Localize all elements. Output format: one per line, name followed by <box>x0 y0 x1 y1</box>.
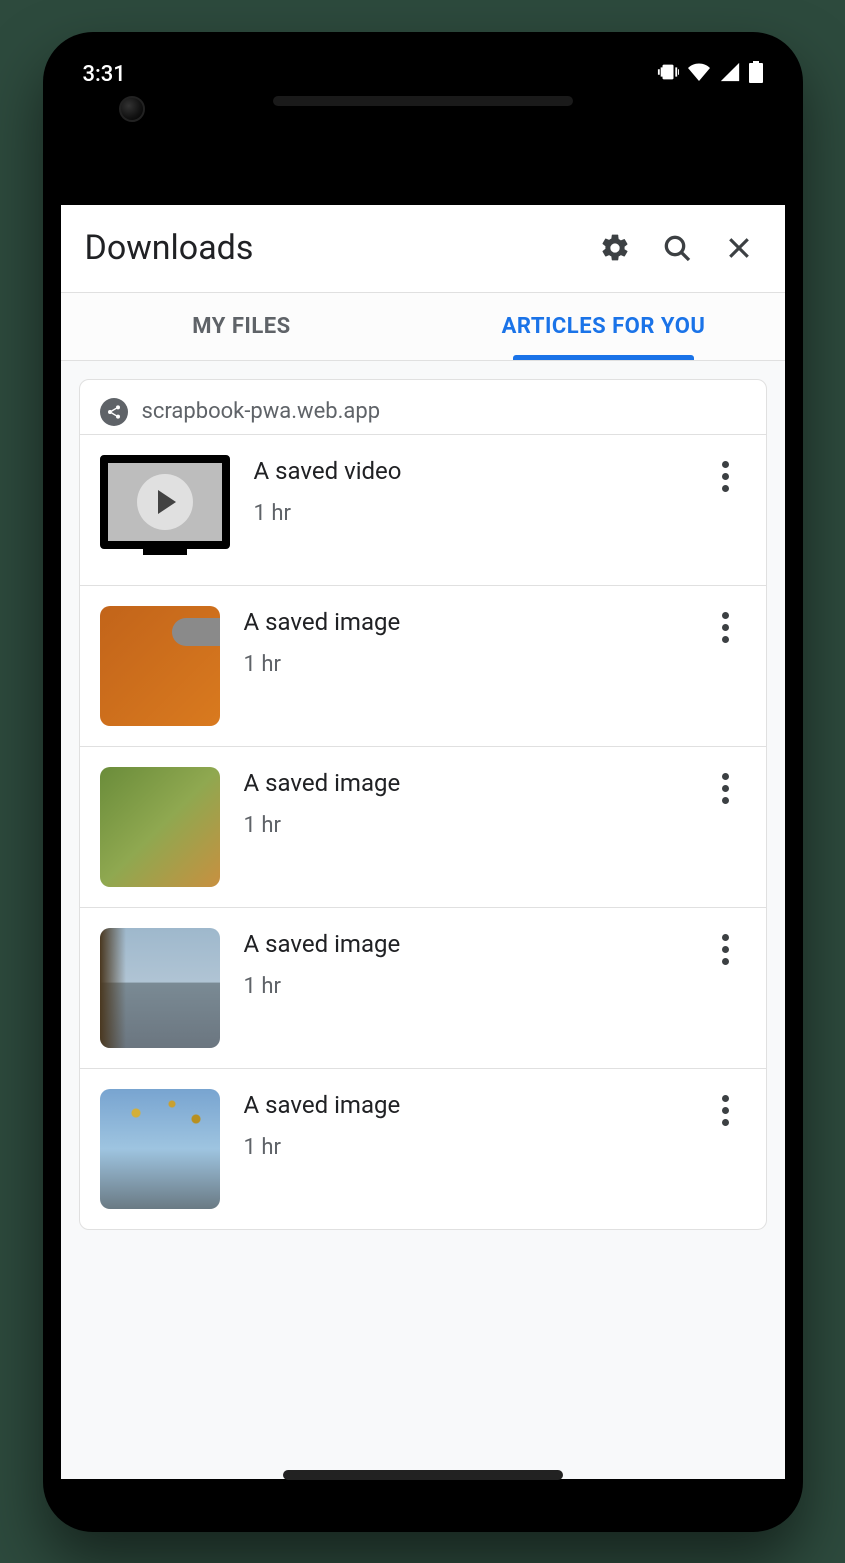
battery-icon <box>749 61 763 89</box>
thumbnail-image <box>100 767 220 887</box>
list-item[interactable]: A saved image 1 hr <box>80 907 766 1068</box>
source-row: scrapbook-pwa.web.app <box>80 380 766 434</box>
list-item[interactable]: A saved image 1 hr <box>80 1068 766 1229</box>
more-vertical-icon <box>722 773 729 804</box>
status-icons <box>657 60 763 90</box>
vibrate-icon <box>657 61 679 89</box>
status-bar: 3:31 <box>61 50 785 100</box>
play-icon <box>137 474 193 530</box>
tabs: MY FILES ARTICLES FOR YOU <box>61 293 785 361</box>
item-subtitle: 1 hr <box>244 813 682 838</box>
content-area: scrapbook-pwa.web.app A saved video 1 hr <box>61 361 785 1479</box>
thumbnail-image <box>100 1089 220 1209</box>
tab-label: MY FILES <box>192 314 290 339</box>
close-button[interactable] <box>717 226 761 270</box>
articles-card: scrapbook-pwa.web.app A saved video 1 hr <box>79 379 767 1230</box>
more-vertical-icon <box>722 612 729 643</box>
list-item[interactable]: A saved video 1 hr <box>80 434 766 585</box>
thumbnail-video <box>100 455 230 565</box>
item-title: A saved image <box>244 1091 682 1119</box>
tab-label: ARTICLES FOR YOU <box>502 314 706 339</box>
more-options-button[interactable] <box>706 767 746 804</box>
thumbnail-image <box>100 928 220 1048</box>
list-item[interactable]: A saved image 1 hr <box>80 585 766 746</box>
page-title: Downloads <box>85 228 575 268</box>
tab-articles-for-you[interactable]: ARTICLES FOR YOU <box>423 293 785 360</box>
signal-icon <box>719 61 741 89</box>
more-options-button[interactable] <box>706 1089 746 1126</box>
list-item[interactable]: A saved image 1 hr <box>80 746 766 907</box>
more-options-button[interactable] <box>706 928 746 965</box>
item-subtitle: 1 hr <box>244 1135 682 1160</box>
gear-icon <box>599 232 631 264</box>
close-icon <box>724 233 754 263</box>
more-options-button[interactable] <box>706 606 746 643</box>
settings-button[interactable] <box>593 226 637 270</box>
status-time: 3:31 <box>83 62 126 87</box>
search-button[interactable] <box>655 226 699 270</box>
more-vertical-icon <box>722 461 729 492</box>
thumbnail-image <box>100 606 220 726</box>
app-header: Downloads <box>61 205 785 293</box>
item-subtitle: 1 hr <box>244 974 682 999</box>
tab-my-files[interactable]: MY FILES <box>61 293 423 360</box>
item-title: A saved image <box>244 930 682 958</box>
search-icon <box>661 232 693 264</box>
more-vertical-icon <box>722 934 729 965</box>
wifi-icon <box>687 60 711 90</box>
share-icon <box>100 398 128 426</box>
more-options-button[interactable] <box>706 455 746 492</box>
more-vertical-icon <box>722 1095 729 1126</box>
item-title: A saved image <box>244 769 682 797</box>
source-domain: scrapbook-pwa.web.app <box>142 399 381 424</box>
item-title: A saved image <box>244 608 682 636</box>
item-subtitle: 1 hr <box>254 501 682 526</box>
item-subtitle: 1 hr <box>244 652 682 677</box>
item-title: A saved video <box>254 457 682 485</box>
